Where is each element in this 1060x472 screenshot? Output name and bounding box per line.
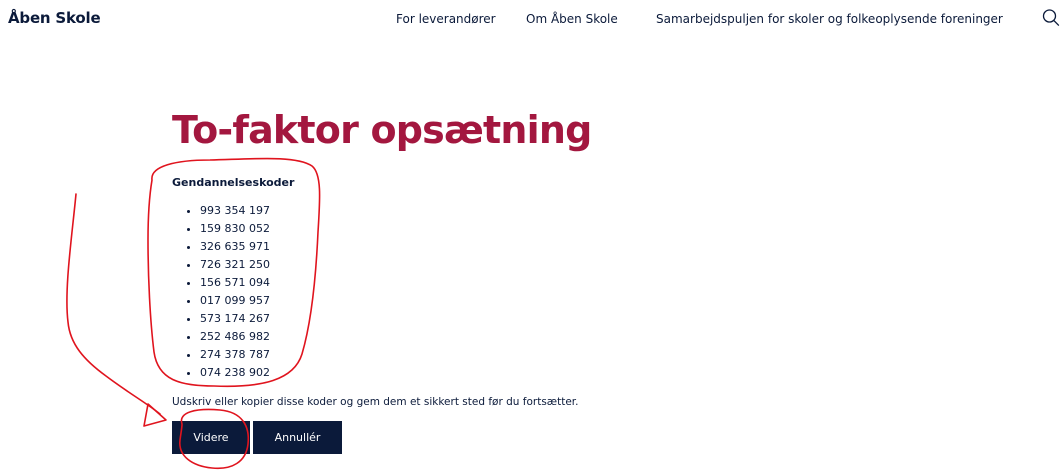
bullet-icon <box>187 318 190 321</box>
recovery-codes-heading: Gendannelseskoder <box>172 176 295 189</box>
recovery-code-item: 074 238 902 <box>186 365 270 383</box>
recovery-code: 159 830 052 <box>200 222 270 235</box>
recovery-code: 274 378 787 <box>200 348 270 361</box>
recovery-code-item: 274 378 787 <box>186 347 270 365</box>
recovery-code: 017 099 957 <box>200 294 270 307</box>
recovery-code: 074 238 902 <box>200 366 270 379</box>
arrow-head-annotation <box>143 403 167 427</box>
cancel-button[interactable]: Annullér <box>253 421 342 454</box>
recovery-code: 156 571 094 <box>200 276 270 289</box>
instruction-text: Udskriv eller kopier disse koder og gem … <box>172 396 579 408</box>
continue-button[interactable]: Videre <box>172 421 250 454</box>
recovery-code-item: 573 174 267 <box>186 311 270 329</box>
bullet-icon <box>187 282 190 285</box>
bullet-icon <box>187 264 190 267</box>
nav-link-om-aaben-skole[interactable]: Om Åben Skole <box>526 12 618 26</box>
recovery-code-item: 726 321 250 <box>186 257 270 275</box>
bullet-icon <box>187 336 190 339</box>
site-logo[interactable]: Åben Skole <box>8 9 101 27</box>
bullet-icon <box>187 210 190 213</box>
recovery-code-list: 993 354 197 159 830 052 326 635 971 726 … <box>186 203 270 383</box>
recovery-code: 573 174 267 <box>200 312 270 325</box>
recovery-code-item: 326 635 971 <box>186 239 270 257</box>
nav-link-samarbejdspuljen[interactable]: Samarbejdspuljen for skoler og folkeoply… <box>656 12 1003 26</box>
bullet-icon <box>187 300 190 303</box>
recovery-code: 726 321 250 <box>200 258 270 271</box>
site-header: Åben Skole For leverandører Om Åben Skol… <box>0 0 1060 38</box>
recovery-code-item: 156 571 094 <box>186 275 270 293</box>
search-button[interactable] <box>1042 8 1060 28</box>
recovery-code: 326 635 971 <box>200 240 270 253</box>
page-title: To-faktor opsætning <box>172 108 592 152</box>
bullet-icon <box>187 372 190 375</box>
bullet-icon <box>187 228 190 231</box>
recovery-code: 993 354 197 <box>200 204 270 217</box>
search-icon <box>1042 9 1060 26</box>
recovery-code-item: 017 099 957 <box>186 293 270 311</box>
recovery-code-item: 252 486 982 <box>186 329 270 347</box>
recovery-code-item: 993 354 197 <box>186 203 270 221</box>
recovery-code: 252 486 982 <box>200 330 270 343</box>
recovery-code-item: 159 830 052 <box>186 221 270 239</box>
nav-link-for-leverandoerer[interactable]: For leverandører <box>396 12 496 26</box>
arrow-line-annotation <box>66 193 161 415</box>
bullet-icon <box>187 246 190 249</box>
bullet-icon <box>187 354 190 357</box>
